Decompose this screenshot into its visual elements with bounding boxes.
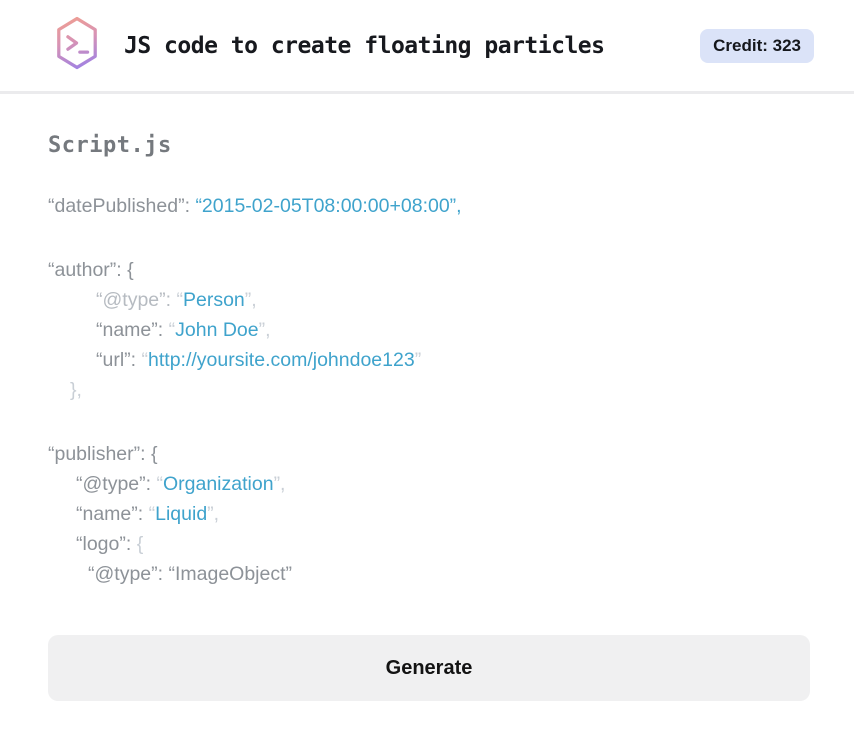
code-line: “author”: { <box>48 255 810 285</box>
main-content: Script.js “datePublished”: “2015-02-05T0… <box>0 133 854 701</box>
header: JS code to create floating particles Cre… <box>0 0 854 94</box>
code-token-val: Organization <box>162 473 274 495</box>
code-token-key: : <box>184 195 196 217</box>
code-line: “@type”: “ImageObject” <box>48 559 810 589</box>
code-token-key: : <box>125 533 137 555</box>
code-token-pale: ”, <box>207 503 220 525</box>
code-token-key: “author” <box>48 259 117 281</box>
code-token-key: : { <box>140 443 158 465</box>
code-token-key: “url” <box>96 349 131 371</box>
code-line: “@type”: “Person”, <box>48 285 810 315</box>
code-token-val: Person <box>182 289 245 311</box>
code-token-key: : <box>157 319 169 341</box>
code-line: }, <box>48 375 810 405</box>
code-token-pale: ”, <box>244 289 257 311</box>
code-token-pale: ”, <box>258 319 271 341</box>
credit-badge: Credit: 323 <box>700 28 814 63</box>
code-line: “name”: “Liquid”, <box>48 499 810 529</box>
code-token-key: “publisher” <box>48 443 141 465</box>
code-token-key: “datePublished” <box>48 195 185 217</box>
code-token-key: : { <box>116 259 134 281</box>
code-token-key: “name” <box>96 319 158 341</box>
code-token-pale: ”, <box>273 473 286 495</box>
code-line: “url”: “http://yoursite.com/johndoe123” <box>48 345 810 375</box>
code-block: “datePublished”: “2015-02-05T08:00:00+08… <box>48 191 810 589</box>
code-token-pale: { <box>136 533 144 555</box>
code-token-val: “2015-02-05T08:00:00+08:00”, <box>195 195 462 217</box>
code-line: “datePublished”: “2015-02-05T08:00:00+08… <box>48 191 810 221</box>
code-token-key: “@type”: “ImageObject” <box>88 563 293 585</box>
code-token-val: http://yoursite.com/johndoe123 <box>148 349 415 371</box>
code-token-fkey: : <box>165 289 177 311</box>
code-token-fkey: “@type” <box>96 289 166 311</box>
code-token-key: : <box>145 473 157 495</box>
terminal-prompt-hexagon-icon <box>54 15 100 76</box>
code-token-key: “name” <box>76 503 138 525</box>
script-filename: Script.js <box>48 133 172 158</box>
code-token-pale: }, <box>70 379 82 401</box>
code-token-key: “@type” <box>76 473 146 495</box>
generate-button-container: Generate <box>48 635 810 701</box>
page-title: JS code to create floating particles <box>124 32 605 59</box>
app-logo <box>54 15 100 76</box>
code-token-pale: ” <box>414 349 422 371</box>
code-line: “@type”: “Organization”, <box>48 469 810 499</box>
code-token-key: “logo” <box>76 533 126 555</box>
code-line: “logo”: { <box>48 529 810 559</box>
code-token-val: John Doe <box>175 319 259 341</box>
code-token-key: : <box>137 503 149 525</box>
code-token-key: : <box>130 349 142 371</box>
code-line: “name”: “John Doe”, <box>48 315 810 345</box>
code-token-val: Liquid <box>155 503 208 525</box>
generate-button[interactable]: Generate <box>48 635 810 701</box>
code-line: “publisher”: { <box>48 439 810 469</box>
